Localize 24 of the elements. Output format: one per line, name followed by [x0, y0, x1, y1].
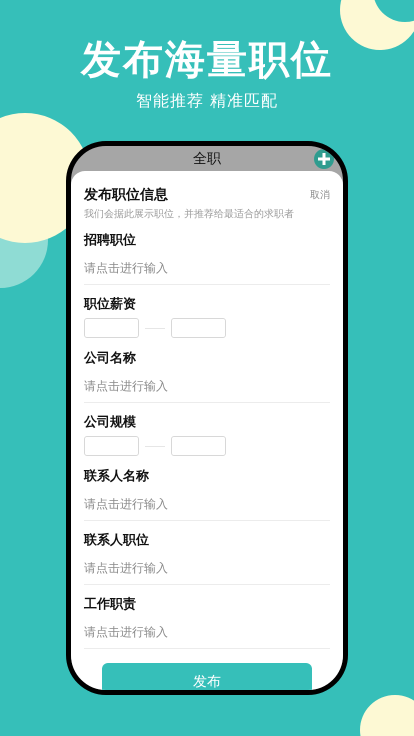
- input-field[interactable]: 请点击进行输入: [84, 487, 330, 521]
- header-title: 全职: [193, 150, 221, 168]
- form-hint: 我们会据此展示职位，并推荐给最适合的求职者: [84, 209, 295, 221]
- headline: 发布海量职位: [81, 36, 333, 84]
- min-input-field[interactable]: [84, 318, 139, 338]
- subtitle: 智能推荐 精准匹配: [136, 90, 278, 112]
- form-title: 发布职位信息: [84, 186, 168, 204]
- field-label: 工作职责: [84, 596, 137, 614]
- plus-icon[interactable]: [314, 149, 334, 169]
- min-input-field[interactable]: [84, 436, 139, 456]
- max-input-field[interactable]: [171, 318, 226, 338]
- cancel-button[interactable]: 取消: [310, 188, 330, 202]
- field-label: 联系人名称: [84, 468, 150, 486]
- input-field[interactable]: 请点击进行输入: [84, 369, 330, 403]
- field-label: 联系人职位: [84, 532, 150, 550]
- field-label: 招聘职位: [84, 232, 137, 250]
- field-label: 职位薪资: [84, 296, 137, 314]
- max-input-field[interactable]: [171, 436, 226, 456]
- input-field[interactable]: 请点击进行输入: [84, 551, 330, 585]
- field-label: 公司规模: [84, 414, 137, 432]
- input-field[interactable]: 请点击进行输入: [84, 615, 330, 649]
- publish-button[interactable]: 发布: [102, 663, 312, 690]
- input-field[interactable]: 请点击进行输入: [84, 251, 330, 285]
- field-label: 公司名称: [84, 350, 137, 368]
